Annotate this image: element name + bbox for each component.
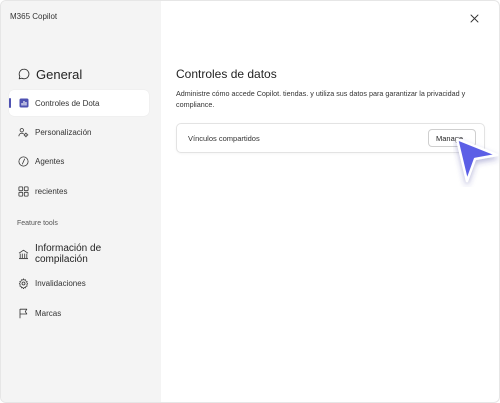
main-content: Controles de datos Administre cómo acced…: [161, 1, 499, 402]
sidebar-item-label: recientes: [35, 186, 68, 196]
sidebar-item-label: Invalidaciones: [35, 278, 86, 288]
sidebar-item-label: Controles de Dota: [35, 98, 100, 108]
shared-links-label: Vínculos compartidos: [188, 134, 260, 143]
sidebar-item-general[interactable]: General: [9, 61, 149, 87]
data-chart-icon: [18, 98, 29, 109]
mouse-cursor-icon: [453, 135, 499, 187]
settings-window: M365 Copilot General Controles de Dota P…: [0, 0, 500, 403]
sidebar-item-agents[interactable]: Agentes: [9, 148, 149, 174]
sidebar-item-recents[interactable]: recientes: [9, 178, 149, 204]
sidebar-item-label: Personalización: [35, 127, 92, 137]
building-icon: [18, 249, 29, 260]
app-title: M365 Copilot: [10, 12, 58, 21]
sidebar-item-data-controls[interactable]: Controles de Dota: [9, 90, 149, 116]
sidebar-item-build-info[interactable]: Información de compilación: [9, 241, 149, 267]
people-settings-icon: [18, 127, 29, 138]
chat-bubble-icon: [18, 68, 30, 80]
gear-icon: [18, 277, 29, 289]
sidebar-item-flags[interactable]: Marcas: [9, 300, 149, 326]
shared-links-card: Vínculos compartidos Manage: [176, 123, 485, 153]
code-icon: [18, 156, 29, 167]
section-label-feature-tools: Feature tools: [17, 220, 58, 227]
sidebar-item-label: Agentes: [35, 156, 65, 166]
page-title: Controles de datos: [176, 67, 277, 81]
sidebar: M365 Copilot General Controles de Dota P…: [1, 1, 161, 402]
sidebar-item-overrides[interactable]: Invalidaciones: [9, 270, 149, 296]
apps-grid-icon: [18, 185, 29, 197]
sidebar-item-personalization[interactable]: Personalización: [9, 119, 149, 145]
sidebar-item-label: Información de compilación: [35, 243, 102, 265]
sidebar-item-label: Marcas: [35, 308, 62, 318]
page-description: Administre cómo accede Copilot. tiendas.…: [176, 89, 466, 109]
flag-icon: [18, 308, 29, 319]
sidebar-item-label: General: [36, 66, 83, 82]
